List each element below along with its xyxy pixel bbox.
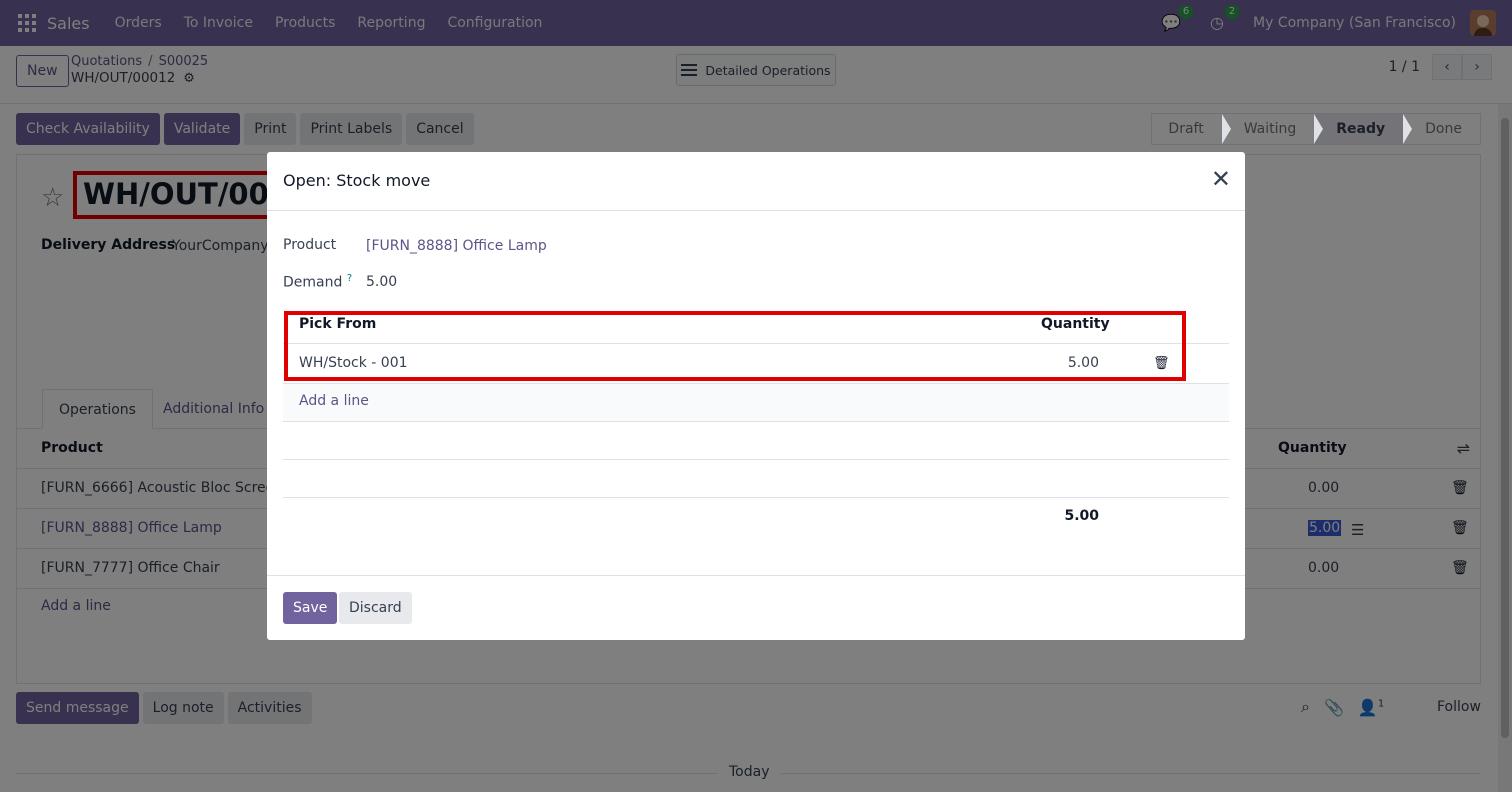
demand-help-icon[interactable]: ?: [347, 273, 352, 284]
demand-label: Demand: [283, 274, 343, 291]
demand-label-wrap: Demand ?: [283, 273, 352, 291]
add-line-row: Add a line: [283, 384, 1229, 422]
table-highlight-box: [284, 311, 1186, 381]
empty-row: [283, 460, 1229, 498]
close-icon[interactable]: ✕: [1211, 167, 1231, 191]
save-button[interactable]: Save: [283, 592, 338, 624]
demand-value: 5.00: [366, 274, 398, 290]
product-label: Product: [283, 237, 337, 253]
empty-row: [283, 422, 1229, 460]
product-value[interactable]: [FURN_8888] Office Lamp: [366, 238, 547, 254]
discard-button[interactable]: Discard: [339, 592, 412, 624]
add-line-link[interactable]: Add a line: [299, 393, 369, 409]
quantity-total: 5.00: [1064, 508, 1099, 524]
dialog-title: Open: Stock move: [283, 171, 431, 190]
dialog-footer: Save Discard: [267, 575, 1245, 640]
stock-move-dialog: Open: Stock move ✕ Product [FURN_8888] O…: [267, 152, 1245, 640]
dialog-header: Open: Stock move ✕: [267, 152, 1245, 211]
